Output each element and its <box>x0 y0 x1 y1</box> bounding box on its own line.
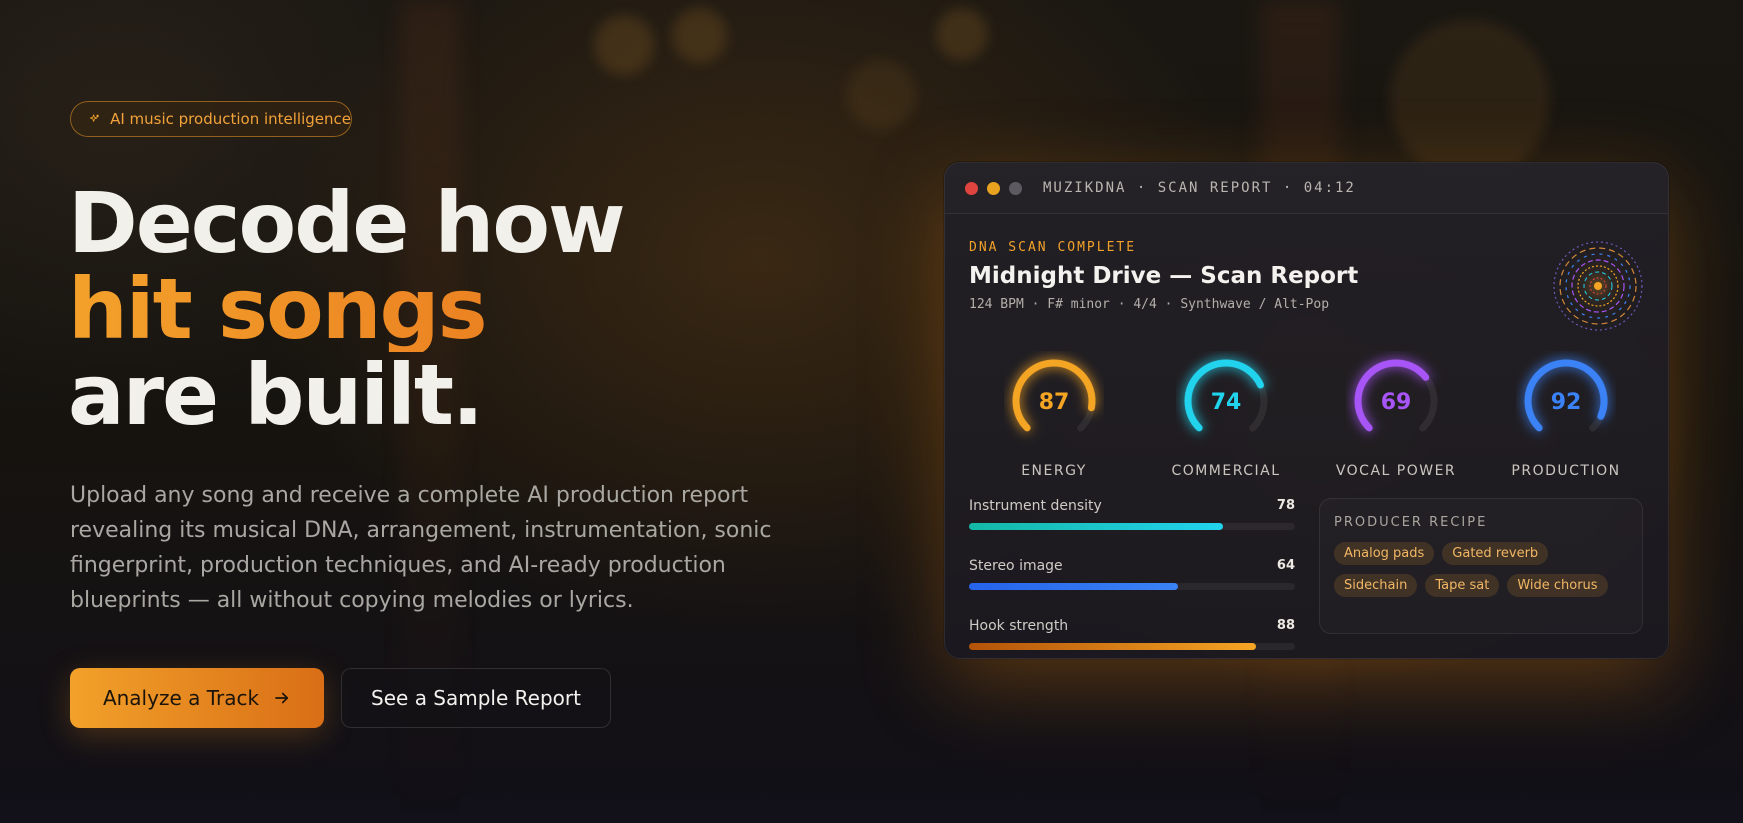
window-titlebar: MUZIKDNA · SCAN REPORT · 04:12 <box>945 163 1668 214</box>
meter-track <box>969 583 1295 590</box>
gauge-value: 87 <box>1039 390 1070 415</box>
dna-fingerprint-icon <box>1552 240 1644 332</box>
arrow-right-icon <box>275 692 289 704</box>
meter-label: Hook strength <box>969 618 1069 634</box>
meter-fill <box>969 523 1224 530</box>
meter-label: Instrument density <box>969 498 1102 514</box>
recipe-tags: Analog pads Gated reverb Sidechain Tape sat… <box>1334 542 1634 597</box>
meter-track <box>969 643 1295 650</box>
meter-stereo-image: Stereo image 64 <box>969 558 1295 590</box>
hero-headline: Decode how hit songs are built. <box>68 174 626 444</box>
window-close-dot[interactable] <box>965 181 978 195</box>
gauge-vocal-power: 69 VOCAL POWER <box>1311 351 1481 479</box>
meter-fill <box>969 583 1178 590</box>
recipe-tag: Analog pads <box>1334 542 1435 565</box>
analysis-meters: Instrument density 78 Stereo image 64 Hook s… <box>969 498 1295 658</box>
analyze-track-label: Analyze a Track <box>102 686 260 710</box>
gauge-production: 92 PRODUCTION <box>1481 351 1651 479</box>
recipe-tag: Wide chorus <box>1507 574 1608 597</box>
meter-value: 78 <box>1276 498 1295 513</box>
gauge-label: PRODUCTION <box>1511 463 1621 479</box>
meter-track <box>969 523 1295 530</box>
window-title: MUZIKDNA · SCAN REPORT · 04:12 <box>1043 180 1356 196</box>
meter-value: 64 <box>1276 558 1295 573</box>
hero-subtitle: Upload any song and receive a complete A… <box>70 483 772 613</box>
gauge-label: ENERGY <box>1021 463 1087 479</box>
gauge-energy: 87 ENERGY <box>969 351 1139 479</box>
gauge-value: 92 <box>1551 390 1582 415</box>
headline-line-2-accent: hit songs <box>68 266 624 352</box>
window-minimize-dot[interactable] <box>987 181 1000 195</box>
badge-label: AI music production intelligence <box>110 110 351 128</box>
recipe-tag: Sidechain <box>1334 574 1418 597</box>
meter-fill <box>969 643 1256 650</box>
gauge-dial: 69 <box>1354 359 1438 443</box>
meter-hook-strength: Hook strength 88 <box>969 618 1295 650</box>
window-maximize-dot[interactable] <box>1009 181 1022 195</box>
recipe-tag: Gated reverb <box>1442 542 1549 565</box>
gauge-value: 74 <box>1211 390 1242 415</box>
recipe-tag: Tape sat <box>1425 574 1500 597</box>
gauge-label: COMMERCIAL <box>1171 463 1281 479</box>
analyze-track-button[interactable]: Analyze a Track <box>70 668 324 728</box>
sample-report-button[interactable]: See a Sample Report <box>341 668 611 728</box>
gauge-label: VOCAL POWER <box>1335 463 1457 479</box>
feature-badge: AI music production intelligence <box>70 101 352 137</box>
recipe-title: PRODUCER RECIPE <box>1334 515 1488 530</box>
meter-value: 88 <box>1276 618 1295 633</box>
meter-instrument-density: Instrument density 78 <box>969 498 1295 530</box>
gauge-dial: 87 <box>1012 359 1096 443</box>
gauge-commercial: 74 COMMERCIAL <box>1141 351 1311 479</box>
report-title: Midnight Drive — Scan Report <box>969 263 1359 289</box>
scan-report-window: MUZIKDNA · SCAN REPORT · 04:12 DNA SCAN … <box>944 162 1669 659</box>
producer-recipe-panel: PRODUCER RECIPE Analog pads Gated reverb S… <box>1319 498 1643 634</box>
track-meta: 124 BPM · F# minor · 4/4 · Synthwave / A… <box>969 297 1330 312</box>
headline-line-1: Decode how <box>68 174 626 272</box>
headline-line-3: are built. <box>68 346 484 444</box>
scan-status: DNA SCAN COMPLETE <box>969 240 1137 255</box>
gauge-dial: 74 <box>1184 359 1268 443</box>
gauge-value: 69 <box>1381 390 1412 415</box>
meter-label: Stereo image <box>969 558 1063 574</box>
sparkle-icon <box>89 114 100 122</box>
gauge-dial: 92 <box>1524 359 1608 443</box>
